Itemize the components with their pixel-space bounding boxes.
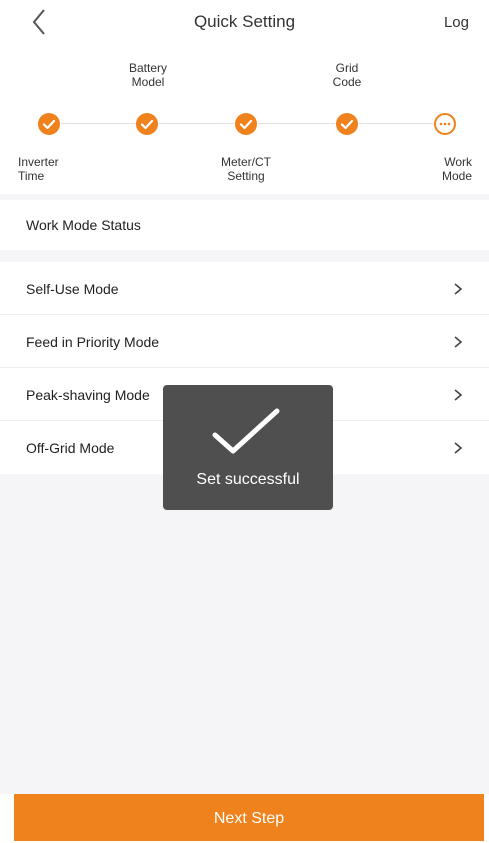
more-dots-icon bbox=[439, 122, 451, 126]
step-label-work-mode: Work Mode bbox=[441, 155, 472, 183]
work-mode-status-row[interactable]: Work Mode Status bbox=[0, 200, 489, 250]
chevron-right-icon bbox=[454, 442, 463, 454]
step-label-meter-ct: Meter/CT Setting bbox=[220, 155, 271, 183]
chevron-right-icon bbox=[454, 283, 463, 295]
content-background bbox=[0, 474, 489, 794]
mode-label: Feed in Priority Mode bbox=[26, 334, 160, 350]
step-connector bbox=[359, 123, 433, 124]
mode-item-self-use[interactable]: Self-Use Mode bbox=[0, 262, 489, 315]
step-dot-battery-model[interactable] bbox=[136, 113, 158, 135]
step-label-inverter-time: Inverter Time bbox=[18, 155, 59, 183]
success-toast: Set successful bbox=[163, 385, 333, 510]
check-icon bbox=[340, 119, 354, 130]
toast-message: Set successful bbox=[196, 471, 300, 488]
step-label-battery-model: Battery Model bbox=[128, 61, 167, 89]
mode-label: Peak-shaving Mode bbox=[26, 387, 150, 403]
step-connector bbox=[61, 123, 135, 124]
step-dot-work-mode[interactable] bbox=[434, 113, 456, 135]
chevron-right-icon bbox=[454, 336, 463, 348]
progress-stepper: Inverter Time Battery Model Meter/CT Set… bbox=[0, 44, 489, 194]
check-icon bbox=[140, 119, 154, 130]
mode-item-feed-in-priority[interactable]: Feed in Priority Mode bbox=[0, 315, 489, 368]
step-dot-meter-ct[interactable] bbox=[235, 113, 257, 135]
checkmark-icon bbox=[212, 408, 280, 454]
step-label-grid-code: Grid Code bbox=[332, 61, 362, 89]
page-title: Quick Setting bbox=[193, 12, 296, 31]
step-connector bbox=[159, 123, 234, 124]
work-mode-status-label: Work Mode Status bbox=[26, 217, 141, 233]
section-divider bbox=[0, 250, 489, 262]
step-connector bbox=[258, 123, 335, 124]
next-step-button[interactable]: Next Step bbox=[14, 794, 484, 841]
header: Quick Setting Log bbox=[0, 0, 489, 44]
mode-label: Self-Use Mode bbox=[26, 281, 119, 297]
chevron-right-icon bbox=[454, 389, 463, 401]
step-dot-inverter-time[interactable] bbox=[38, 113, 60, 135]
step-dot-grid-code[interactable] bbox=[336, 113, 358, 135]
check-icon bbox=[239, 119, 253, 130]
mode-label: Off-Grid Mode bbox=[26, 440, 115, 456]
log-button[interactable]: Log bbox=[444, 14, 469, 31]
check-icon bbox=[42, 119, 56, 130]
